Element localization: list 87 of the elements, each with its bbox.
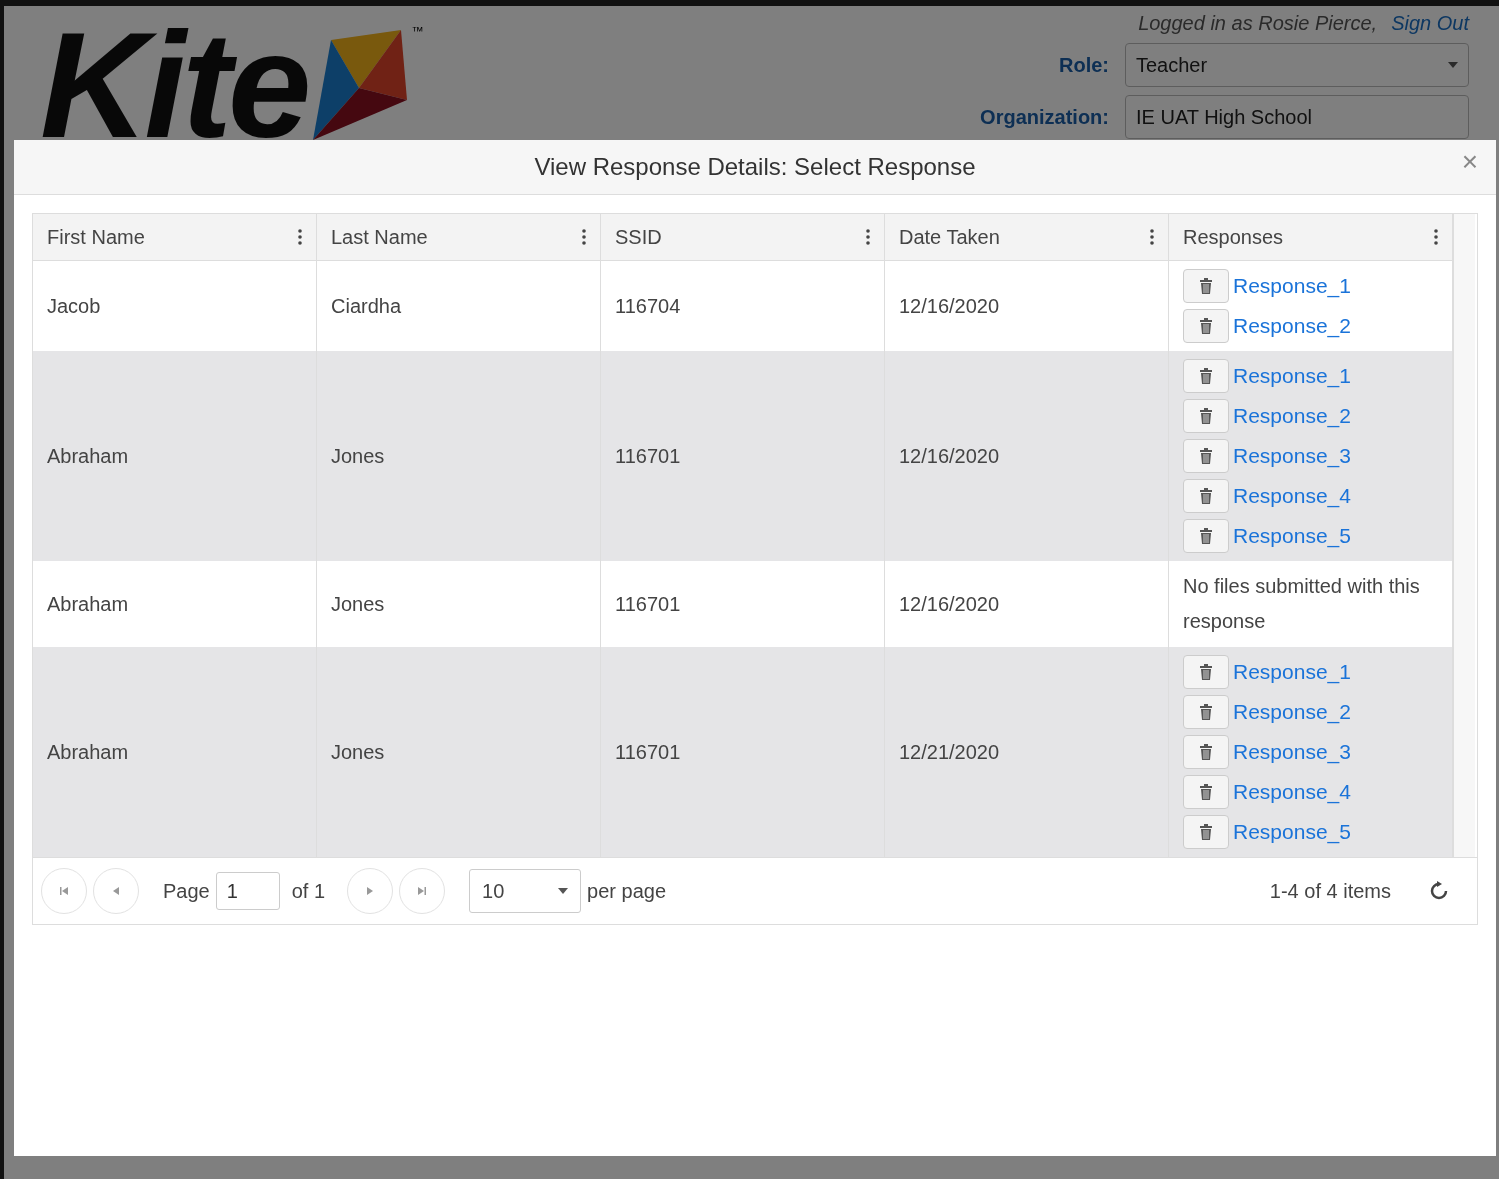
logged-in-text: Logged in as Rosie Pierce, bbox=[1138, 12, 1378, 35]
trash-icon bbox=[1200, 664, 1212, 680]
delete-button[interactable] bbox=[1183, 735, 1229, 769]
column-header[interactable]: First Name bbox=[33, 214, 317, 261]
column-menu-icon[interactable] bbox=[582, 228, 586, 246]
column-menu-icon[interactable] bbox=[866, 228, 870, 246]
role-select[interactable]: Teacher bbox=[1125, 43, 1469, 87]
table-cell: Ciardha bbox=[331, 294, 402, 318]
refresh-icon[interactable] bbox=[1429, 881, 1449, 901]
dropdown-caret-icon bbox=[1448, 62, 1458, 68]
column-header[interactable]: Date Taken bbox=[885, 214, 1169, 261]
modal-title: View Response Details: Select Response bbox=[534, 153, 976, 181]
close-button[interactable]: × bbox=[1461, 146, 1478, 178]
delete-button[interactable] bbox=[1183, 815, 1229, 849]
column-menu-icon[interactable] bbox=[298, 228, 302, 246]
response-link[interactable]: Response_3 bbox=[1233, 444, 1351, 468]
page-input[interactable]: 1 bbox=[215, 872, 280, 910]
response-link[interactable]: Response_2 bbox=[1233, 404, 1351, 428]
per-page-label: per page bbox=[587, 879, 667, 903]
logo-text: Kite bbox=[40, 10, 308, 160]
delete-button[interactable] bbox=[1183, 269, 1229, 303]
last-page-icon bbox=[417, 886, 428, 896]
table-cell: Jones bbox=[331, 444, 385, 468]
delete-button[interactable] bbox=[1183, 479, 1229, 513]
response-link[interactable]: Response_3 bbox=[1233, 740, 1351, 764]
table-cell: 12/21/2020 bbox=[899, 740, 1000, 764]
table-cell: 116701 bbox=[615, 592, 681, 616]
items-summary: 1-4 of 4 items bbox=[1269, 879, 1391, 903]
response-link[interactable]: Response_2 bbox=[1233, 314, 1351, 338]
table-cell: 12/16/2020 bbox=[899, 592, 1000, 616]
response-link[interactable]: Response_5 bbox=[1233, 524, 1351, 548]
organization-select[interactable]: IE UAT High School bbox=[1125, 95, 1469, 139]
response-link[interactable]: Response_1 bbox=[1233, 660, 1351, 684]
response-link[interactable]: Response_2 bbox=[1233, 700, 1351, 724]
organization-label: Organization: bbox=[980, 105, 1109, 129]
trash-icon bbox=[1200, 448, 1212, 464]
trash-icon bbox=[1200, 368, 1212, 384]
table-cell: 116704 bbox=[615, 294, 681, 318]
table-cell: Abraham bbox=[47, 444, 129, 468]
delete-button[interactable] bbox=[1183, 775, 1229, 809]
response-link[interactable]: Response_1 bbox=[1233, 364, 1351, 388]
table-cell: Abraham bbox=[47, 740, 129, 764]
column-header[interactable]: Last Name bbox=[317, 214, 601, 261]
response-link[interactable]: Response_5 bbox=[1233, 820, 1351, 844]
trash-icon bbox=[1200, 318, 1212, 334]
trash-icon bbox=[1200, 488, 1212, 504]
delete-button[interactable] bbox=[1183, 655, 1229, 689]
response-link[interactable]: Response_1 bbox=[1233, 274, 1351, 298]
table-cell: 116701 bbox=[615, 444, 681, 468]
trash-icon bbox=[1200, 528, 1212, 544]
column-header[interactable]: Responses bbox=[1169, 214, 1453, 261]
page-count: of 1 bbox=[291, 879, 326, 903]
trash-icon bbox=[1200, 278, 1212, 294]
table-cell: Jones bbox=[331, 740, 385, 764]
trash-icon bbox=[1200, 784, 1212, 800]
trash-icon bbox=[1200, 824, 1212, 840]
table-cell: 116701 bbox=[615, 740, 681, 764]
page-size-select[interactable]: 10 bbox=[469, 869, 582, 913]
delete-button[interactable] bbox=[1183, 309, 1229, 343]
table-cell-text: No files submitted with this response bbox=[1183, 574, 1421, 634]
scrollbar-track[interactable] bbox=[1453, 214, 1475, 857]
table-cell: 12/16/2020 bbox=[899, 444, 1000, 468]
table-cell: 12/16/2020 bbox=[899, 294, 1000, 318]
role-label: Role: bbox=[1059, 53, 1109, 77]
column-header[interactable]: SSID bbox=[601, 214, 885, 261]
table-cell: Jones bbox=[331, 592, 385, 616]
table-cell: Jacob bbox=[47, 294, 101, 318]
trash-icon bbox=[1200, 704, 1212, 720]
response-link[interactable]: Response_4 bbox=[1233, 780, 1351, 804]
dropdown-caret-icon bbox=[558, 888, 569, 894]
delete-button[interactable] bbox=[1183, 695, 1229, 729]
trademark: ™ bbox=[411, 24, 424, 38]
delete-button[interactable] bbox=[1183, 519, 1229, 553]
table-cell: Abraham bbox=[47, 592, 129, 616]
trash-icon bbox=[1200, 744, 1212, 760]
response-link[interactable]: Response_4 bbox=[1233, 484, 1351, 508]
page-label: Page bbox=[163, 879, 210, 903]
delete-button[interactable] bbox=[1183, 359, 1229, 393]
trash-icon bbox=[1200, 408, 1212, 424]
delete-button[interactable] bbox=[1183, 399, 1229, 433]
previous-page-icon bbox=[111, 886, 121, 896]
sign-out-link[interactable]: Sign Out bbox=[1391, 12, 1469, 35]
first-page-icon bbox=[59, 886, 69, 896]
column-menu-icon[interactable] bbox=[1150, 228, 1154, 246]
column-menu-icon[interactable] bbox=[1434, 228, 1438, 246]
delete-button[interactable] bbox=[1183, 439, 1229, 473]
kite-logo-icon bbox=[311, 30, 408, 142]
